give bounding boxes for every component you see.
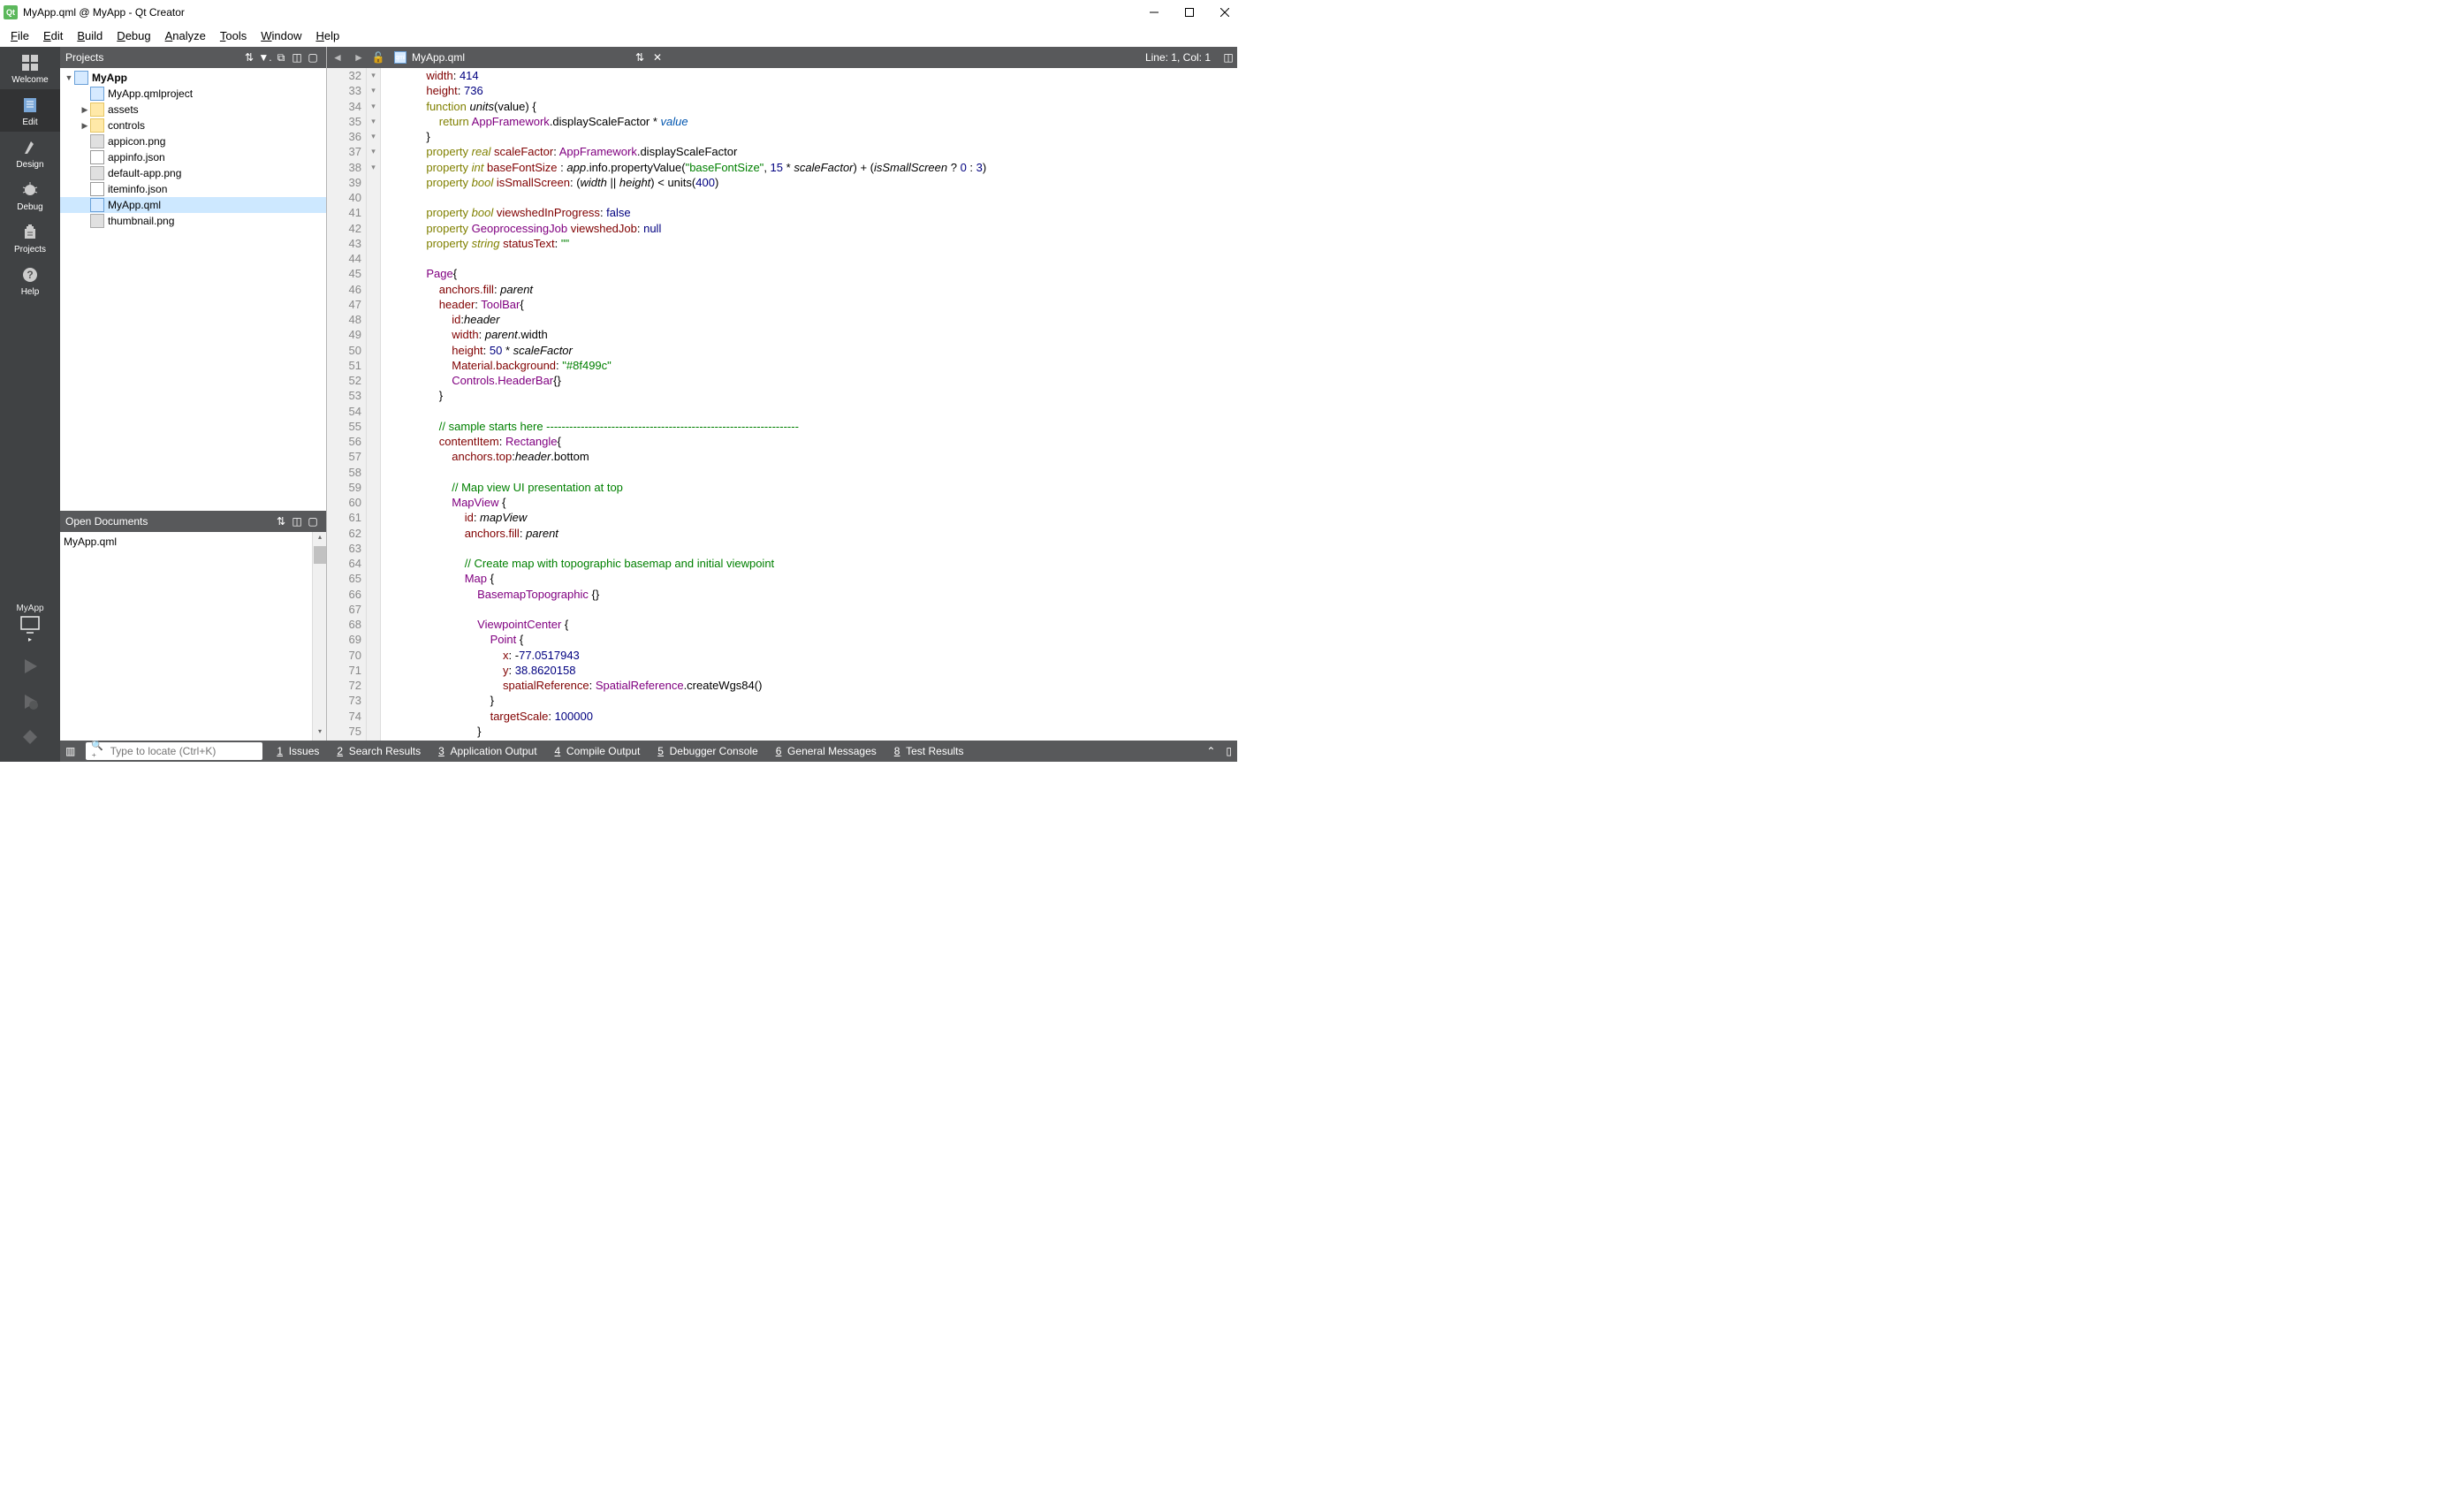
tree-item[interactable]: MyApp.qmlproject <box>60 86 326 102</box>
output-search-results[interactable]: 2 Search Results <box>328 745 429 757</box>
open-docs-split-icon[interactable]: ◫ <box>289 515 305 528</box>
filter-icon[interactable]: ▼. <box>257 51 273 64</box>
window-title: MyApp.qml @ MyApp - Qt Creator <box>23 6 185 19</box>
cursor-position[interactable]: Line: 1, Col: 1 <box>1136 51 1219 64</box>
scroll-thumb[interactable] <box>314 546 326 564</box>
open-docs-sort-icon[interactable]: ⇅ <box>273 515 289 528</box>
mode-help[interactable]: ?Help <box>0 259 60 301</box>
mode-edit[interactable]: Edit <box>0 89 60 132</box>
run-button[interactable] <box>18 654 42 679</box>
mode-design[interactable]: Design <box>0 132 60 174</box>
menu-tools[interactable]: Tools <box>213 27 254 45</box>
open-docs-close-icon[interactable]: ▢ <box>305 515 321 528</box>
file-tab[interactable]: qml MyApp.qml <box>387 51 472 64</box>
output-debugger-console[interactable]: 5 Debugger Console <box>649 745 766 757</box>
file-dropdown-icon[interactable]: ⇅ <box>631 51 649 64</box>
output-application-output[interactable]: 3 Application Output <box>429 745 545 757</box>
menu-analyze[interactable]: Analyze <box>158 27 213 45</box>
split-editor-icon[interactable]: ◫ <box>1219 51 1237 64</box>
open-documents-panel: Open Documents ⇅ ◫ ▢ MyApp.qml ▴ ▾ <box>60 511 326 741</box>
forward-button[interactable]: ► <box>348 51 369 64</box>
search-icon: 🔍⁺ <box>91 740 106 763</box>
target-label: MyApp <box>16 604 43 613</box>
tree-item[interactable]: ▶controls <box>60 118 326 133</box>
close-panel-icon[interactable]: ▢ <box>305 51 321 64</box>
project-tree[interactable]: ▼MyAppMyApp.qmlproject▶assets▶controlsap… <box>60 68 326 511</box>
menu-debug[interactable]: Debug <box>110 27 157 45</box>
locator-field[interactable]: 🔍⁺ <box>86 742 262 760</box>
output-compile-output[interactable]: 4 Compile Output <box>546 745 650 757</box>
menu-help[interactable]: Help <box>308 27 346 45</box>
code-area[interactable]: 3233343536373839404142434445464748495051… <box>327 68 1237 741</box>
left-panel: Projects ⇅ ▼. ⧉ ◫ ▢ ▼MyAppMyApp.qmlproje… <box>60 47 327 741</box>
tree-item[interactable]: thumbnail.png <box>60 213 326 229</box>
menu-edit[interactable]: Edit <box>36 27 70 45</box>
output-test-results[interactable]: 8 Test Results <box>885 745 973 757</box>
app-icon: Qt <box>4 5 18 19</box>
build-button[interactable] <box>18 725 42 749</box>
svg-text:?: ? <box>27 269 33 281</box>
menu-build[interactable]: Build <box>70 27 110 45</box>
run-debug-button[interactable] <box>18 689 42 714</box>
output-issues[interactable]: 1 Issues <box>268 745 328 757</box>
scroll-up-icon[interactable]: ▴ <box>314 533 326 545</box>
scroll-down-icon[interactable]: ▾ <box>314 727 326 740</box>
tree-item[interactable]: appicon.png <box>60 133 326 149</box>
mode-bar: WelcomeEditDesignDebugProjects?Help MyAp… <box>0 47 60 762</box>
menubar: FileEditBuildDebugAnalyzeToolsWindowHelp <box>0 25 1237 47</box>
close-button[interactable] <box>1219 7 1230 18</box>
mode-debug[interactable]: Debug <box>0 174 60 217</box>
tree-item[interactable]: iteminfo.json <box>60 181 326 197</box>
open-docs-header: Open Documents ⇅ ◫ ▢ <box>60 511 326 532</box>
status-bar: ▥ 🔍⁺ 1 Issues2 Search Results3 Applicati… <box>60 741 1237 762</box>
tree-item[interactable]: ▶assets <box>60 102 326 118</box>
open-docs-title: Open Documents <box>65 515 273 528</box>
editor-header: ◄ ► 🔓 qml MyApp.qml ⇅ ✕ Line: 1, Col: 1 … <box>327 47 1237 68</box>
split-icon[interactable]: ◫ <box>289 51 305 64</box>
target-selector[interactable]: MyApp ▸ <box>16 598 43 649</box>
code-content[interactable]: width: 414 height: 736 function units(va… <box>381 68 1237 741</box>
menu-window[interactable]: Window <box>254 27 308 45</box>
titlebar: Qt MyApp.qml @ MyApp - Qt Creator <box>0 0 1237 25</box>
projects-title: Projects <box>65 51 241 64</box>
tree-item[interactable]: MyApp.qml <box>60 197 326 213</box>
locator-input[interactable] <box>110 745 258 757</box>
fold-column[interactable]: ▾▾▾▾▾▾▾ <box>367 68 381 741</box>
tree-item[interactable]: ▼MyApp <box>60 70 326 86</box>
mode-projects[interactable]: Projects <box>0 217 60 259</box>
outputs-collapse-icon[interactable]: ▯ <box>1220 741 1237 762</box>
minimize-button[interactable] <box>1149 7 1159 18</box>
line-gutter: 3233343536373839404142434445464748495051… <box>327 68 367 741</box>
file-name: MyApp.qml <box>412 51 465 64</box>
menu-file[interactable]: File <box>4 27 36 45</box>
qml-icon: qml <box>394 51 406 64</box>
close-file-icon[interactable]: ✕ <box>649 51 666 64</box>
open-docs-list[interactable]: MyApp.qml ▴ ▾ <box>60 532 326 741</box>
lock-icon[interactable]: 🔓 <box>369 51 387 64</box>
editor: ◄ ► 🔓 qml MyApp.qml ⇅ ✕ Line: 1, Col: 1 … <box>327 47 1237 741</box>
open-doc-item[interactable]: MyApp.qml <box>60 534 326 550</box>
open-docs-scrollbar[interactable]: ▴ ▾ <box>312 532 326 741</box>
link-icon[interactable]: ⧉ <box>273 51 289 65</box>
toggle-sidebar-icon[interactable]: ▥ <box>60 741 80 762</box>
outputs-up-icon[interactable]: ⌃ <box>1201 741 1220 762</box>
projects-dropdown-icon[interactable]: ⇅ <box>241 51 257 64</box>
tree-item[interactable]: default-app.png <box>60 165 326 181</box>
tree-item[interactable]: appinfo.json <box>60 149 326 165</box>
projects-header: Projects ⇅ ▼. ⧉ ◫ ▢ <box>60 47 326 68</box>
output-general-messages[interactable]: 6 General Messages <box>767 745 885 757</box>
maximize-button[interactable] <box>1184 7 1195 18</box>
mode-welcome[interactable]: Welcome <box>0 47 60 89</box>
back-button[interactable]: ◄ <box>327 51 348 64</box>
